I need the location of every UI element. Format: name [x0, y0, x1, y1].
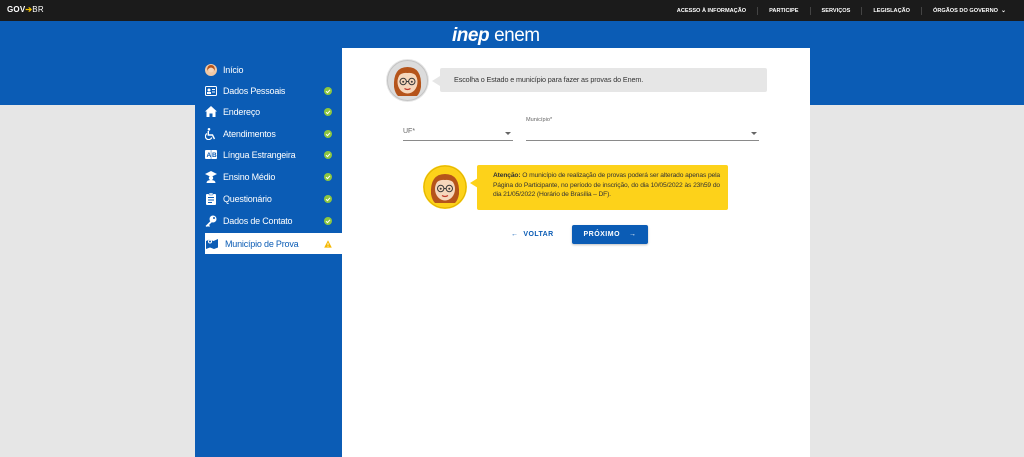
svg-text:A: A — [206, 152, 211, 159]
municipio-select[interactable] — [526, 127, 759, 141]
sidebar-item-ensino-medio[interactable]: Ensino Médio — [195, 166, 342, 187]
check-circle-icon — [324, 151, 332, 159]
arrow-right-icon: → — [629, 231, 637, 238]
wheelchair-icon — [204, 127, 217, 140]
gov-br-logo[interactable]: GOV➔BR — [7, 5, 44, 14]
translate-icon: AB — [204, 148, 217, 161]
assistant-avatar — [386, 59, 429, 102]
check-circle-icon — [324, 108, 332, 116]
check-circle-icon — [324, 217, 332, 225]
notice-callout: Atenção: O município de realização de pr… — [477, 165, 728, 210]
sidebar-item-label: Questionário — [223, 194, 272, 204]
assistant-message: Escolha o Estado e município para fazer … — [440, 68, 767, 92]
enem-logo-text: enem — [494, 25, 540, 46]
check-circle-icon — [324, 195, 332, 203]
back-button-label: VOLTAR — [523, 230, 554, 238]
sidebar-item-label: Ensino Médio — [223, 172, 276, 182]
br-logo-text: BR — [32, 5, 44, 14]
chevron-down-icon: ⌄ — [1000, 7, 1006, 14]
check-circle-icon — [324, 173, 332, 181]
check-circle-icon — [324, 130, 332, 138]
notice-avatar — [423, 165, 467, 209]
link-orgaos-governo[interactable]: ÓRGÃOS DO GOVERNO ⌄ — [922, 7, 1006, 15]
link-participe[interactable]: PARTICIPE — [758, 6, 811, 15]
sidebar-item-questionario[interactable]: Questionário — [195, 188, 342, 209]
sidebar-item-label: Endereço — [223, 107, 260, 117]
chevron-down-icon — [505, 132, 511, 135]
sidebar-item-inicio[interactable]: Início — [195, 59, 342, 80]
link-acesso-informacao[interactable]: ACESSO À INFORMAÇÃO — [666, 6, 759, 15]
sidebar-item-label: Atendimentos — [223, 129, 276, 139]
home-icon — [204, 105, 217, 118]
sidebar-item-label: Município de Prova — [225, 239, 299, 249]
main-card — [342, 48, 810, 457]
svg-text:B: B — [212, 152, 217, 159]
uf-select[interactable]: UF* — [403, 127, 513, 141]
notice-title: Atenção: — [493, 172, 521, 179]
sidebar-item-dados-pessoais[interactable]: Dados Pessoais — [195, 80, 342, 101]
sidebar-item-label: Dados de Contato — [223, 216, 293, 226]
id-card-icon — [204, 84, 217, 97]
sidebar-item-label: Língua Estrangeira — [223, 150, 296, 160]
sidebar-item-label: Início — [223, 65, 244, 75]
sidebar-item-lingua-estrangeira[interactable]: AB Língua Estrangeira — [195, 144, 342, 165]
assistant-avatar-icon — [387, 60, 428, 101]
warning-icon — [324, 240, 332, 248]
check-circle-icon — [324, 87, 332, 95]
next-button[interactable]: PRÓXIMO → — [572, 225, 648, 244]
bubble-tail — [432, 76, 440, 86]
next-button-label: PRÓXIMO — [583, 231, 621, 238]
map-icon — [205, 237, 218, 250]
key-icon — [204, 214, 217, 227]
orgaos-governo-label: ÓRGÃOS DO GOVERNO — [933, 7, 998, 14]
clipboard-icon — [204, 192, 217, 205]
steps-sidebar: Início Dados Pessoais Endereço Atendimen… — [195, 48, 352, 457]
graduation-icon — [204, 170, 217, 183]
sidebar-item-dados-contato[interactable]: Dados de Contato — [195, 210, 342, 231]
inep-enem-logo: inep enem — [452, 25, 540, 47]
municipio-select-label: Município* — [526, 117, 553, 123]
sidebar-item-atendimentos[interactable]: Atendimentos — [195, 123, 342, 144]
back-button[interactable]: ← VOLTAR — [511, 227, 561, 241]
link-servicos[interactable]: SERVIÇOS — [811, 6, 863, 15]
link-legislacao[interactable]: LEGISLAÇÃO — [862, 6, 922, 15]
gov-logo-text: GOV — [7, 5, 26, 14]
notice-text: O município de realização de provas pode… — [493, 172, 720, 198]
sidebar-item-municipio-prova[interactable]: Município de Prova — [205, 233, 352, 254]
inep-logo-text: inep — [452, 25, 490, 46]
notice-avatar-icon — [423, 165, 467, 209]
chevron-down-icon — [751, 132, 757, 135]
sidebar-item-endereco[interactable]: Endereço — [195, 101, 342, 122]
sidebar-item-label: Dados Pessoais — [223, 86, 286, 96]
arrow-left-icon: ← — [511, 230, 519, 238]
gov-topbar: GOV➔BR ACESSO À INFORMAÇÃO PARTICIPE SER… — [0, 0, 1024, 21]
gov-links: ACESSO À INFORMAÇÃO PARTICIPE SERVIÇOS L… — [666, 0, 1006, 21]
uf-select-placeholder: UF* — [403, 128, 416, 135]
user-avatar-icon — [204, 63, 217, 76]
